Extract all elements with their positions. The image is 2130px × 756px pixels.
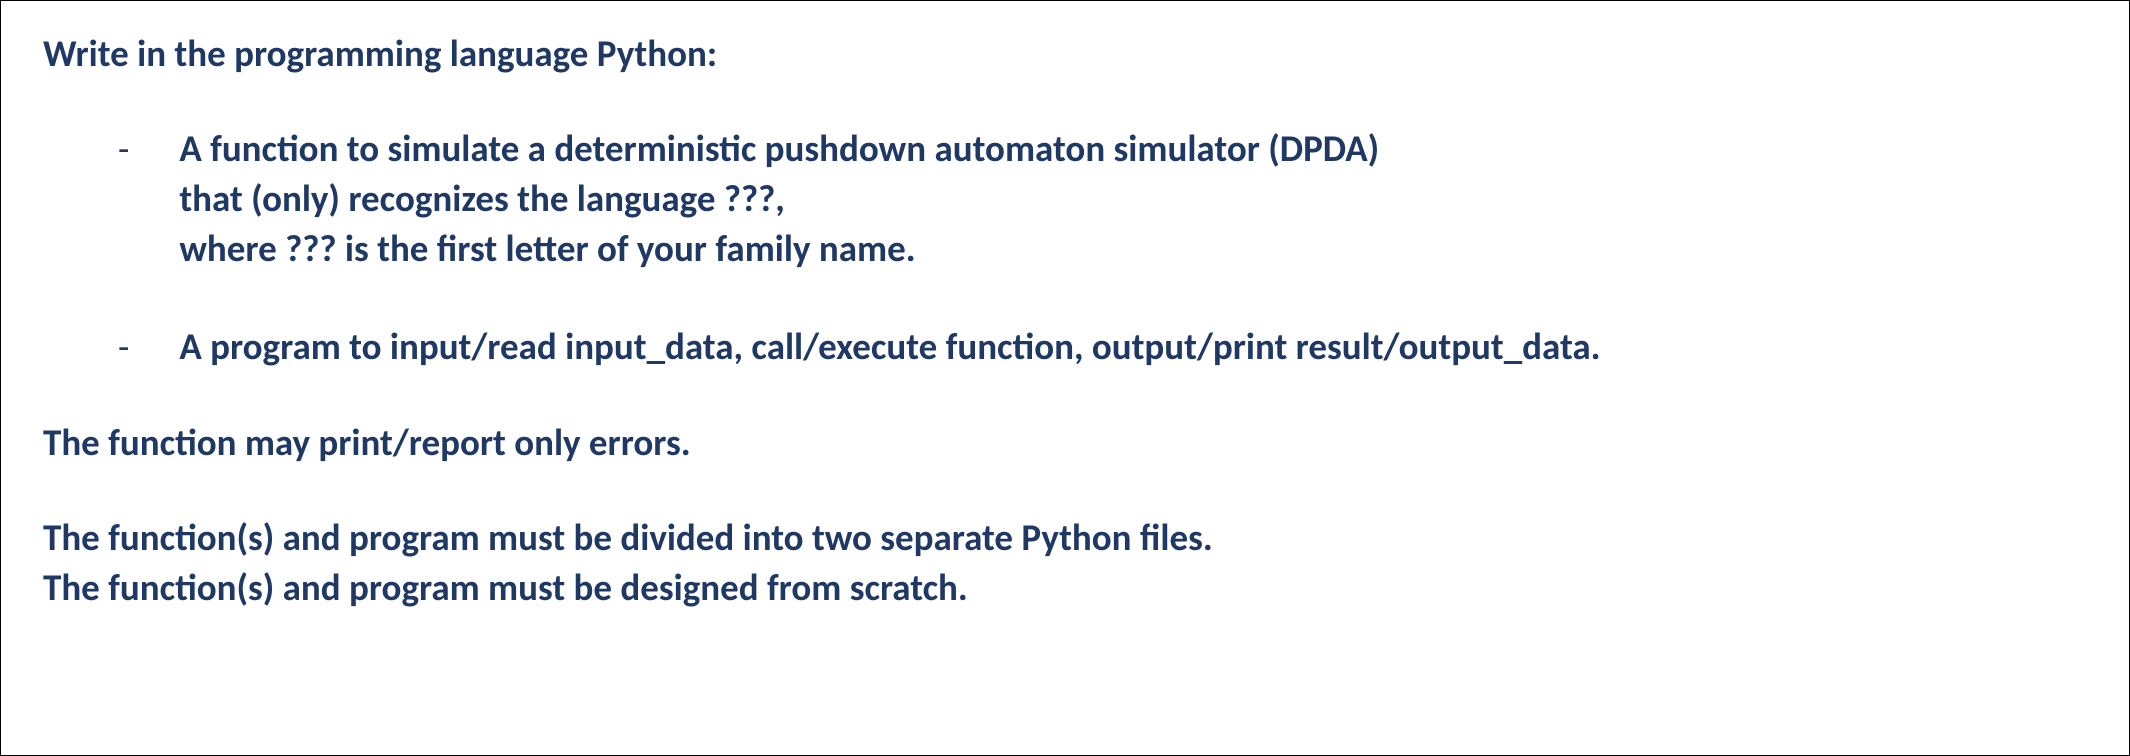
bullet-item-2: - A program to input/read input_data, ca… <box>118 322 2087 372</box>
bullet-2-line-1: A program to input/read input_data, call… <box>179 324 1600 369</box>
bullet-content-2: A program to input/read input_data, call… <box>179 322 1600 372</box>
closing-line-1: The function(s) and program must be divi… <box>43 513 2087 563</box>
closing-text: The function(s) and program must be divi… <box>43 513 2087 613</box>
bullet-1-line-3: where ??? is the first letter of your fa… <box>179 226 915 271</box>
bullet-item-1: - A function to simulate a deterministic… <box>118 124 2087 274</box>
bullet-content-1: A function to simulate a deterministic p… <box>179 124 1379 274</box>
bullet-1-line-1: A function to simulate a deterministic p… <box>179 126 1379 171</box>
intro-text: Write in the programming language Python… <box>43 31 2087 76</box>
bullet-list: - A function to simulate a deterministic… <box>118 124 2087 372</box>
bullet-1-line-2: that (only) recognizes the language ???, <box>179 176 784 221</box>
bullet-dash: - <box>118 322 129 372</box>
bullet-dash: - <box>118 124 129 174</box>
note-text: The function may print/report only error… <box>43 420 2087 465</box>
closing-line-2: The function(s) and program must be desi… <box>43 563 2087 613</box>
